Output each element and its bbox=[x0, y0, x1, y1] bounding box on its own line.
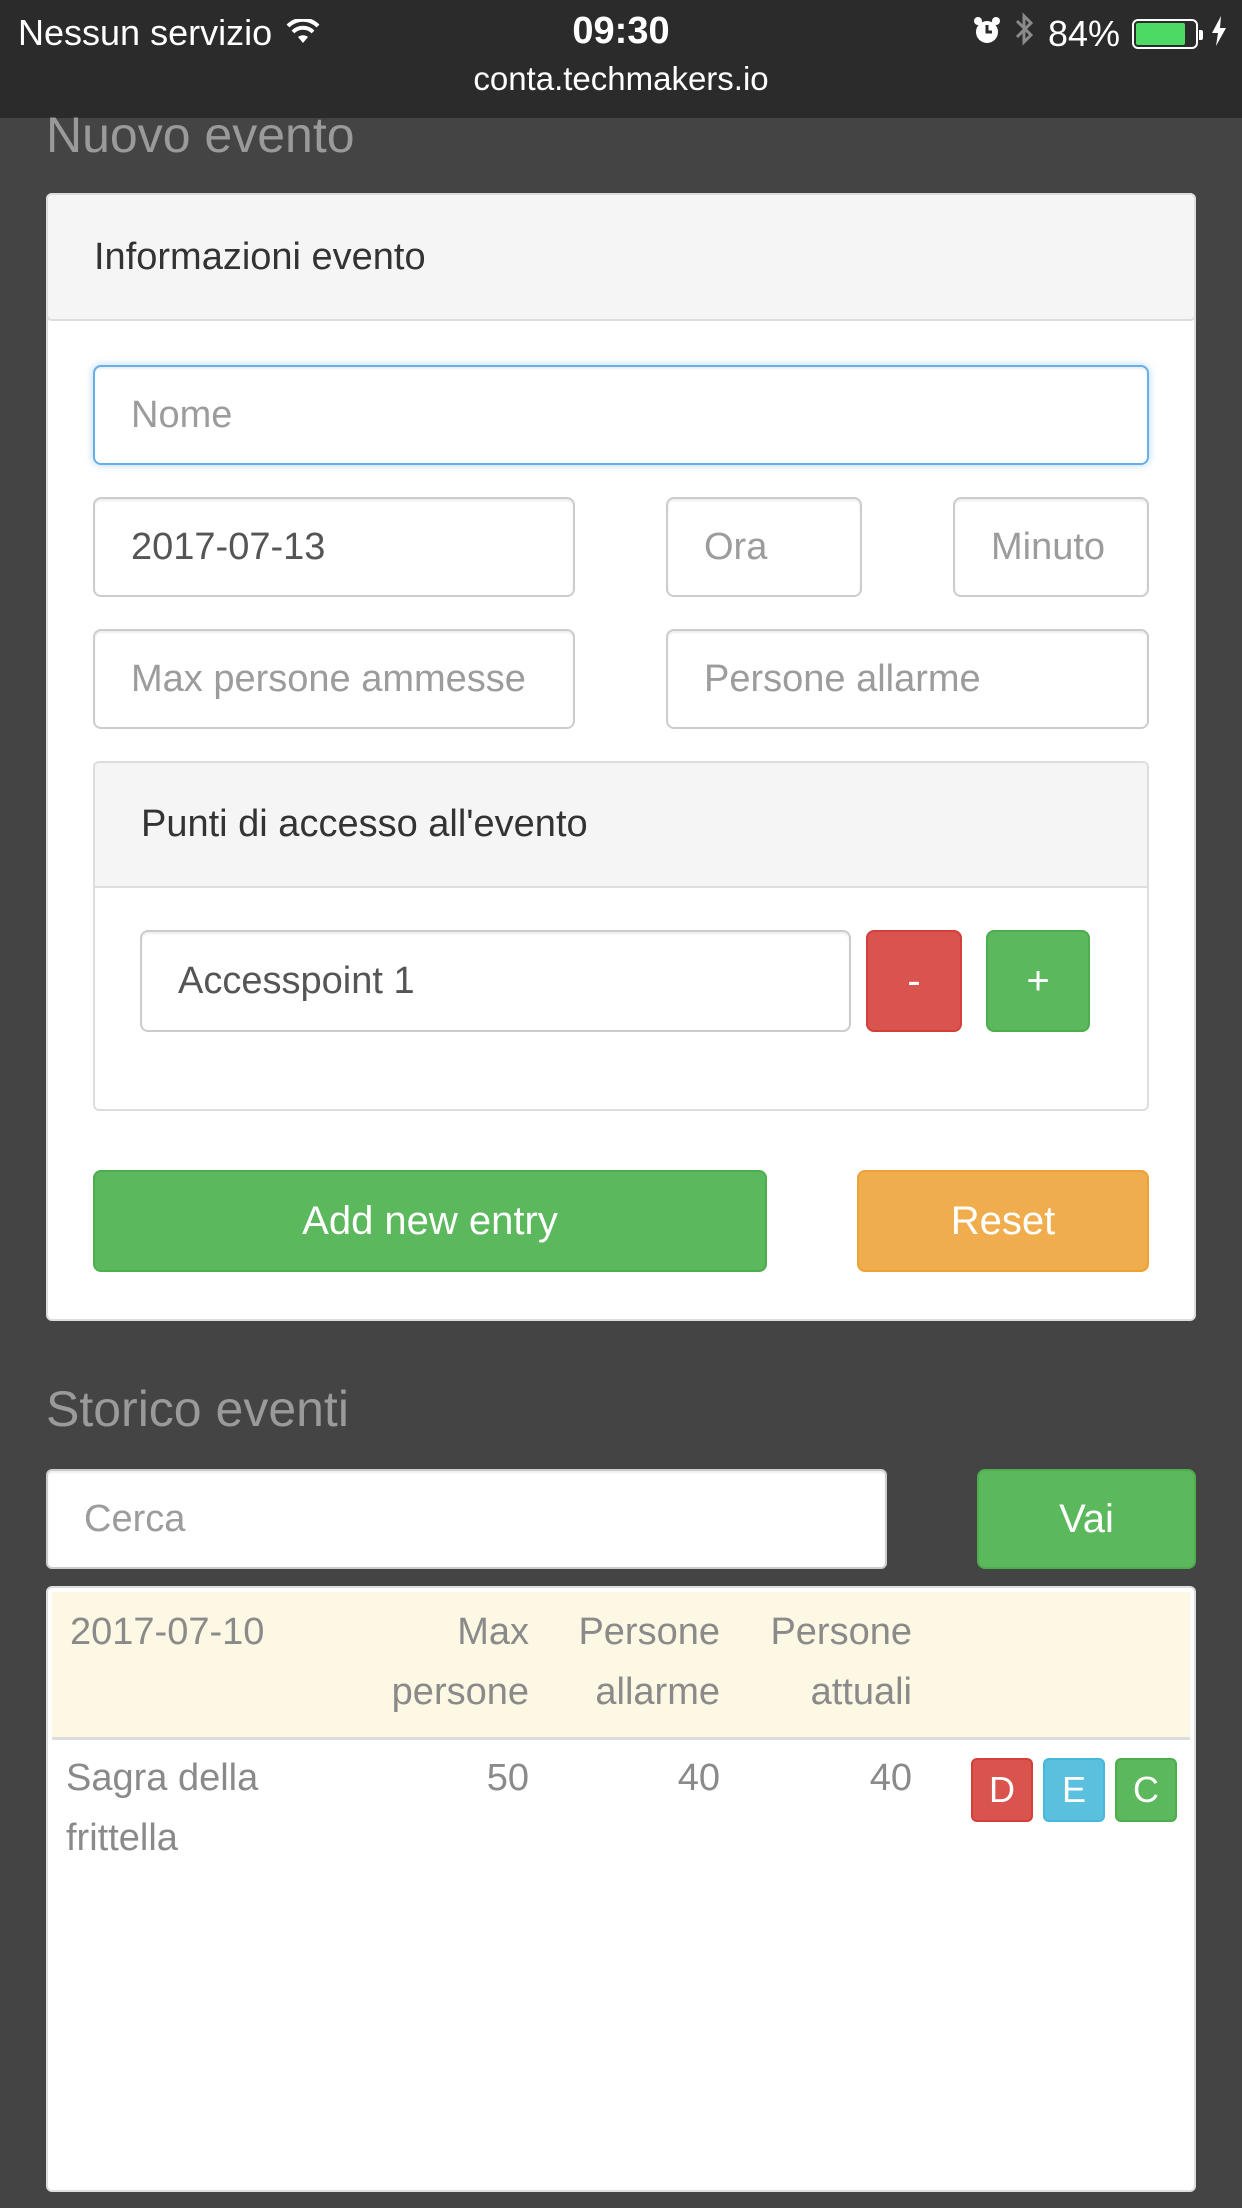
max-people-input[interactable]: Max persone ammesse bbox=[93, 629, 575, 729]
history-title: Storico eventi bbox=[46, 1381, 349, 1437]
reset-button[interactable]: Reset bbox=[857, 1170, 1149, 1272]
event-info-panel: Informazioni evento bbox=[46, 193, 1196, 321]
hour-placeholder: Ora bbox=[704, 525, 768, 568]
event-info-heading: Informazioni evento bbox=[48, 195, 1194, 319]
event-info-heading-text: Informazioni evento bbox=[94, 235, 426, 278]
alarm-people-input[interactable]: Persone allarme bbox=[666, 629, 1149, 729]
row-event-name-line1: Sagra della bbox=[66, 1757, 259, 1799]
minute-placeholder: Minuto bbox=[991, 525, 1106, 568]
new-event-title: Nuovo evento bbox=[46, 107, 355, 163]
access-points-heading: Punti di accesso all'evento bbox=[95, 763, 1147, 888]
max-people-placeholder: Max persone ammesse bbox=[131, 657, 526, 700]
count-event-button[interactable]: C bbox=[1115, 1758, 1177, 1822]
go-label: Vai bbox=[1059, 1496, 1114, 1541]
alarm-people-placeholder: Persone allarme bbox=[704, 657, 981, 700]
row-event-name: Sagra della frittella bbox=[66, 1748, 258, 1868]
battery-icon bbox=[1132, 18, 1203, 49]
add-entry-button[interactable]: Add new entry bbox=[93, 1170, 767, 1272]
row-event-name-line2: frittella bbox=[66, 1817, 178, 1859]
hour-input[interactable]: Ora bbox=[666, 497, 862, 597]
charging-icon bbox=[1210, 13, 1228, 55]
minute-input[interactable]: Minuto bbox=[953, 497, 1149, 597]
add-access-point-label: + bbox=[1026, 958, 1050, 1003]
row-current-people: 40 bbox=[869, 1757, 912, 1799]
status-right: 84% bbox=[972, 12, 1228, 55]
go-button[interactable]: Vai bbox=[977, 1469, 1196, 1569]
search-placeholder: Cerca bbox=[84, 1497, 186, 1540]
name-placeholder: Nome bbox=[131, 393, 233, 436]
header-max-people-line2: persone bbox=[391, 1671, 529, 1713]
row-max-people: 50 bbox=[486, 1757, 529, 1799]
search-input[interactable]: Cerca bbox=[46, 1469, 887, 1569]
header-max-people: Max persone bbox=[329, 1602, 529, 1722]
bluetooth-icon bbox=[1014, 12, 1036, 55]
header-date: 2017-07-10 bbox=[70, 1611, 265, 1653]
header-alarm-people-line2: allarme bbox=[595, 1671, 720, 1713]
date-value: 2017-07-13 bbox=[131, 525, 326, 568]
url-bar[interactable]: conta.techmakers.io bbox=[0, 60, 1242, 98]
edit-event-button[interactable]: E bbox=[1043, 1758, 1105, 1822]
access-points-heading-text: Punti di accesso all'evento bbox=[141, 803, 588, 845]
header-current-people-line1: Persone bbox=[770, 1611, 912, 1653]
edit-event-label: E bbox=[1061, 1769, 1086, 1810]
remove-access-point-label: - bbox=[907, 958, 921, 1003]
header-current-people-line2: attuali bbox=[810, 1671, 912, 1713]
event-info-body bbox=[46, 193, 1196, 1321]
access-point-value: Accesspoint 1 bbox=[178, 959, 415, 1002]
add-entry-label: Add new entry bbox=[302, 1198, 558, 1243]
header-alarm-people-line1: Persone bbox=[578, 1611, 720, 1653]
header-alarm-people: Persone allarme bbox=[520, 1602, 720, 1722]
name-input[interactable]: Nome bbox=[93, 365, 1149, 465]
table-header: 2017-07-10 Max persone Persone allarme P… bbox=[52, 1592, 1190, 1740]
history-table: 2017-07-10 Max persone Persone allarme P… bbox=[46, 1586, 1196, 2192]
header-max-people-line1: Max bbox=[457, 1611, 529, 1653]
row-alarm-people: 40 bbox=[677, 1757, 720, 1799]
date-input[interactable]: 2017-07-13 bbox=[93, 497, 575, 597]
delete-event-button[interactable]: D bbox=[971, 1758, 1033, 1822]
header-current-people: Persone attuali bbox=[712, 1602, 912, 1722]
add-access-point-button[interactable]: + bbox=[986, 930, 1090, 1032]
status-bar: Nessun servizio 09:30 84% conta.techmake… bbox=[0, 0, 1242, 118]
count-event-label: C bbox=[1133, 1769, 1159, 1810]
access-point-input[interactable]: Accesspoint 1 bbox=[140, 930, 851, 1032]
battery-percent: 84% bbox=[1047, 12, 1120, 54]
reset-label: Reset bbox=[950, 1198, 1056, 1243]
alarm-icon bbox=[972, 13, 1002, 55]
delete-event-label: D bbox=[989, 1769, 1015, 1810]
remove-access-point-button[interactable]: - bbox=[866, 930, 962, 1032]
